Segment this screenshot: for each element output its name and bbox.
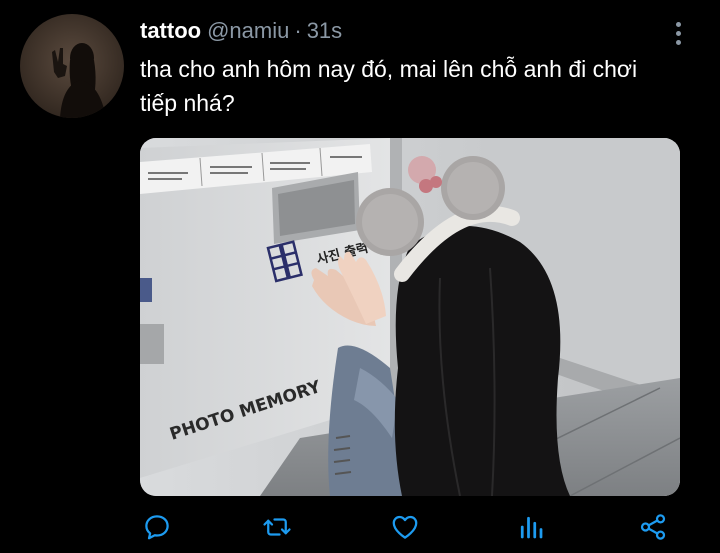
photo-illustration: 사진 출력 PHOTO MEMORY bbox=[140, 138, 680, 496]
avatar-silhouette bbox=[52, 43, 106, 118]
tweet-header: tattoo @namiu · 31s bbox=[140, 16, 342, 46]
share-button[interactable] bbox=[636, 510, 670, 544]
tweet-actions bbox=[140, 510, 680, 550]
header-separator: · bbox=[294, 18, 302, 43]
reply-icon bbox=[145, 515, 169, 540]
share-icon bbox=[640, 514, 666, 540]
tweet-media-photo[interactable]: 사진 출력 PHOTO MEMORY bbox=[140, 138, 680, 496]
retweet-button[interactable] bbox=[260, 510, 294, 544]
analytics-button[interactable] bbox=[514, 510, 548, 544]
heart-icon bbox=[392, 515, 418, 539]
avatar[interactable] bbox=[20, 14, 124, 118]
retweet-icon bbox=[263, 518, 291, 536]
user-handle[interactable]: @namiu bbox=[207, 18, 289, 43]
analytics-icon bbox=[520, 516, 543, 539]
timestamp[interactable]: 31s bbox=[307, 18, 342, 43]
more-options-icon[interactable] bbox=[668, 16, 688, 50]
display-name[interactable]: tattoo bbox=[140, 18, 201, 43]
tweet-text: tha cho anh hôm nay đó, mai lên chỗ anh … bbox=[140, 56, 638, 116]
reply-button[interactable] bbox=[140, 510, 174, 544]
like-button[interactable] bbox=[388, 510, 422, 544]
